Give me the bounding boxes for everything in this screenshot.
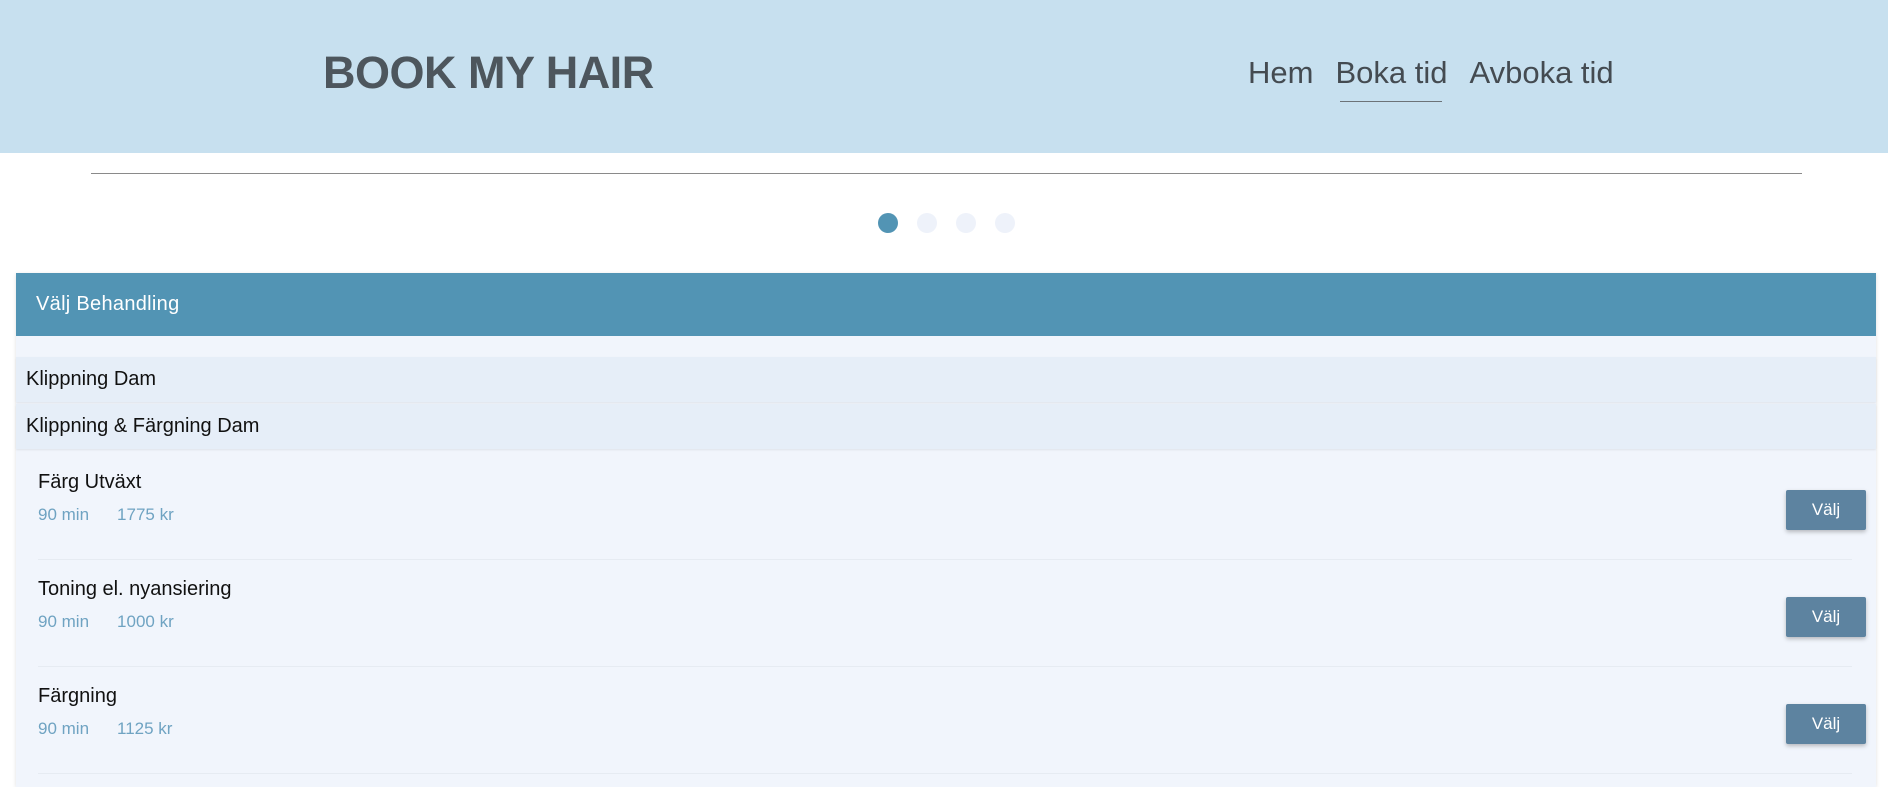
main-nav: Hem Boka tid Avboka tid — [1248, 50, 1614, 102]
brand-logo[interactable]: BOOK MY HAIR — [323, 44, 654, 102]
select-treatment-button[interactable]: Välj — [1786, 704, 1866, 744]
step-dot-3 — [956, 213, 976, 233]
panel-title: Välj Behandling — [16, 273, 1876, 336]
step-dot-2 — [917, 213, 937, 233]
treatment-name: Toning el. nyansiering — [38, 578, 232, 600]
treatment-price: 1125 kr — [117, 719, 173, 738]
treatment-price: 1775 kr — [117, 505, 174, 524]
treatment-meta: 90 min 1775 kr — [38, 505, 174, 525]
treatment-meta: 90 min 1000 kr — [38, 612, 174, 632]
treatment-name: Färg Utväxt — [38, 471, 142, 493]
site-header: BOOK MY HAIR Hem Boka tid Avboka tid — [0, 0, 1888, 153]
category-klippning-dam[interactable]: Klippning Dam — [16, 357, 1876, 402]
treatment-duration: 90 min — [38, 719, 90, 738]
treatment-item: Färg Utväxt 90 min 1775 kr Välj — [38, 453, 1866, 560]
treatment-name: Färgning — [38, 685, 117, 707]
treatment-meta: 90 min 1125 kr — [38, 719, 172, 739]
treatment-duration: 90 min — [38, 612, 90, 631]
nav-item-book[interactable]: Boka tid — [1335, 50, 1447, 102]
step-dot-1 — [878, 213, 898, 233]
step-indicator — [878, 213, 1015, 233]
category-klippning-fargning-dam[interactable]: Klippning & Färgning Dam — [16, 404, 1876, 449]
treatment-price: 1000 kr — [117, 612, 174, 631]
treatment-item: Färgning 90 min 1125 kr Välj — [38, 667, 1866, 774]
treatment-panel: Välj Behandling Klippning Dam Klippning … — [16, 273, 1876, 787]
treatment-duration: 90 min — [38, 505, 90, 524]
nav-item-cancel-booking[interactable]: Avboka tid — [1469, 50, 1613, 96]
nav-item-home[interactable]: Hem — [1248, 50, 1313, 96]
step-dot-4 — [995, 213, 1015, 233]
divider — [91, 173, 1802, 174]
select-treatment-button[interactable]: Välj — [1786, 597, 1866, 637]
treatment-item: Toning el. nyansiering 90 min 1000 kr Vä… — [38, 560, 1866, 667]
select-treatment-button[interactable]: Välj — [1786, 490, 1866, 530]
